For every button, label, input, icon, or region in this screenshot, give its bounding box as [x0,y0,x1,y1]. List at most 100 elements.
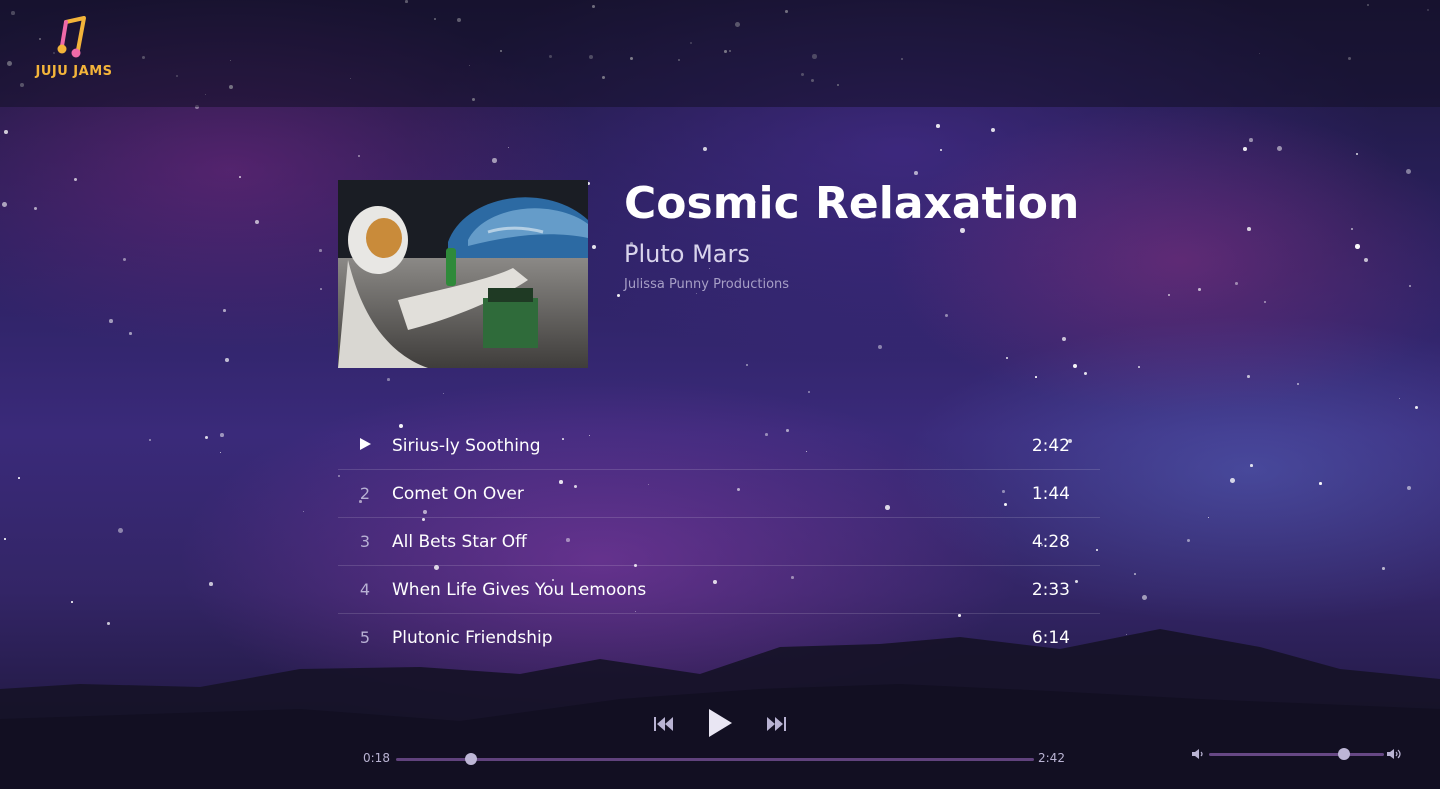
track-row-1[interactable]: Sirius-ly Soothing 2:42 [338,422,1100,470]
star [1319,482,1322,485]
brand-name: JUJU JAMS [35,64,113,79]
skip-back-icon[interactable] [654,716,674,732]
star [4,130,8,134]
star [1084,372,1088,376]
track-title: Plutonic Friendship [392,627,553,648]
track-title: Sirius-ly Soothing [392,435,541,456]
star [746,364,748,366]
star [1264,301,1266,303]
star [1187,539,1191,543]
star [129,332,132,335]
star [71,601,73,603]
star [592,245,597,250]
star [1134,573,1136,575]
star [303,511,305,513]
star [940,149,942,151]
track-number: 2 [359,484,371,503]
star [492,158,497,163]
track-title: Comet On Over [392,483,524,504]
star [223,309,226,312]
star [1247,227,1251,231]
track-row-5[interactable]: 5 Plutonic Friendship 6:14 [338,614,1100,661]
track-number: 4 [359,580,371,599]
star [1198,288,1201,291]
track-duration: 1:44 [1031,483,1070,504]
star [1062,337,1067,342]
star [1168,294,1171,297]
star [74,178,77,181]
star [1247,375,1250,378]
volume-slider[interactable] [1209,748,1384,760]
star [1277,146,1282,151]
elapsed-time: 0:18 [363,751,390,765]
star [1073,364,1078,369]
track-row-4[interactable]: 4 When Life Gives You Lemoons 2:33 [338,566,1100,614]
track-list: Sirius-ly Soothing 2:42 2 Comet On Over … [338,422,1100,661]
track-row-3[interactable]: 3 All Bets Star Off 4:28 [338,518,1100,566]
track-number: 5 [359,628,371,647]
star [1399,398,1400,399]
album-label: Julissa Punny Productions [624,277,790,292]
star [1356,153,1358,155]
star [1250,464,1253,467]
star [1230,478,1235,483]
star [808,391,810,393]
star [1407,486,1412,491]
star [4,538,6,540]
star [1415,406,1419,410]
track-duration: 4:28 [1031,531,1070,552]
star [255,220,260,225]
star [508,147,510,149]
star [107,622,110,625]
star [149,439,152,442]
star [18,477,20,479]
star [1138,366,1140,368]
star [225,358,229,362]
star [991,128,996,133]
track-duration: 2:42 [1031,435,1070,456]
star [123,258,127,262]
total-time: 2:42 [1038,751,1065,765]
volume-low-icon[interactable] [1192,748,1204,760]
progress-knob[interactable] [465,753,478,765]
star [239,176,241,178]
star [1006,357,1009,360]
star [220,452,222,454]
star [1208,517,1210,519]
star [1355,244,1360,249]
star [696,293,697,294]
star [1382,567,1385,570]
star [878,345,883,350]
star [1351,228,1353,230]
star [109,319,113,323]
track-row-2[interactable]: 2 Comet On Over 1:44 [338,470,1100,518]
brand-logo[interactable]: JUJU JAMS [34,16,114,88]
star [319,249,322,252]
star [443,393,445,395]
star [1235,282,1238,285]
progress-slider[interactable] [396,753,1034,765]
star [205,436,209,440]
star [703,147,707,151]
star [34,207,38,211]
track-title: All Bets Star Off [392,531,527,552]
track-number: 3 [359,532,371,551]
skip-forward-icon[interactable] [766,716,786,732]
star [1249,138,1253,142]
play-icon[interactable] [707,708,733,738]
star [709,268,711,270]
player-bar: 0:18 2:42 [0,688,1440,789]
star [914,171,918,175]
star [1142,595,1147,600]
top-bar: JUJU JAMS [0,0,1440,107]
star [118,528,123,533]
star [936,124,940,128]
star [945,314,949,318]
star [1243,147,1247,151]
volume-knob[interactable] [1337,748,1350,760]
volume-high-icon[interactable] [1387,748,1403,760]
album-artist[interactable]: Pluto Mars [624,240,750,268]
star [1297,383,1300,386]
playback-controls [650,708,790,740]
album-title: Cosmic Relaxation [624,178,1080,229]
